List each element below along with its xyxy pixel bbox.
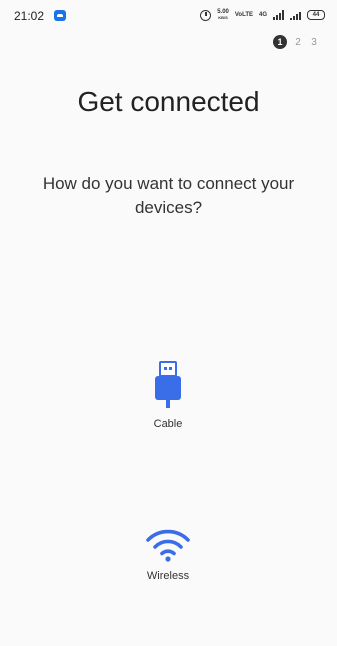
status-time: 21:02 — [14, 9, 45, 23]
notification-app-icon — [54, 10, 66, 21]
alarm-icon — [200, 9, 212, 21]
battery-icon: 44 — [307, 10, 325, 20]
step-indicator: 1 2 3 — [273, 35, 319, 49]
volte-badge: VoLTE — [234, 12, 253, 18]
wireless-option[interactable]: Wireless — [118, 528, 218, 582]
network-type: 4G — [258, 12, 267, 18]
signal-secondary-icon — [290, 10, 301, 20]
status-icons: 5.00 KB/S VoLTE 4G 44 — [200, 8, 325, 22]
signal-icon — [273, 10, 284, 20]
page-title: Get connected — [77, 86, 260, 117]
network-speed: 5.00 KB/S — [217, 9, 229, 21]
step-2: 2 — [295, 36, 301, 48]
cable-option-label: Cable — [153, 418, 183, 430]
wifi-icon — [145, 528, 191, 562]
usb-cable-icon — [153, 360, 183, 410]
cable-option[interactable]: Cable — [118, 360, 218, 430]
network-speed-unit: KB/S — [218, 15, 228, 20]
step-1-active: 1 — [273, 35, 287, 49]
page-subtitle: How do you want to connect your devices? — [42, 174, 295, 217]
status-bar: 21:02 5.00 KB/S VoLTE 4G 44 — [0, 0, 337, 30]
wireless-option-label: Wireless — [146, 570, 190, 582]
step-3: 3 — [311, 36, 317, 48]
